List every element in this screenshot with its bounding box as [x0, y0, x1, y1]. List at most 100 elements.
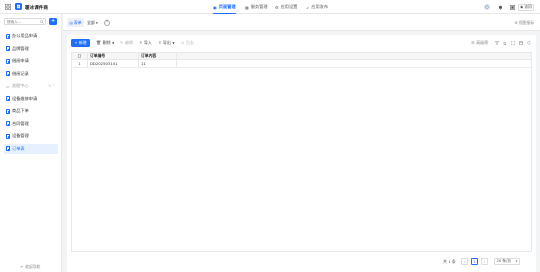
sidebar-footer[interactable]: ⇤ 收起导航	[0, 262, 61, 272]
form-icon	[6, 146, 10, 151]
help-icon[interactable]	[484, 4, 490, 10]
eye-icon: ◉	[520, 5, 524, 9]
refresh-icon[interactable]	[526, 41, 531, 46]
column-header-filler	[177, 53, 531, 59]
topnav-tab-3[interactable]: ➶ 应用发布	[306, 3, 328, 11]
send-icon: ➶	[306, 4, 310, 10]
page-size-select[interactable]: 20 条/页 ▼	[494, 257, 520, 265]
page-size-label: 20 条/页	[496, 258, 511, 263]
export-label: 导出	[162, 39, 171, 45]
trash-icon: 🗑	[96, 40, 102, 46]
row-filler	[177, 60, 531, 67]
advanced-filter-button[interactable]: ☰ 高级筛	[471, 39, 488, 47]
sidebar-item[interactable]: 设备管理	[4, 131, 58, 141]
import-icon: ⇪	[139, 40, 143, 46]
select-all-cell[interactable]	[72, 53, 88, 59]
sidebar-item-label: 办公用品申请	[12, 33, 38, 38]
delete-label: 删除	[102, 39, 111, 45]
chevron-down-icon: ▼	[112, 40, 115, 45]
column-header-order-no[interactable]: 订单编号	[88, 53, 139, 59]
form-icon	[6, 71, 10, 76]
sidebar-item[interactable]: 借阅记录	[4, 69, 58, 79]
filter-icon[interactable]	[494, 41, 499, 46]
select-all-checkbox[interactable]	[77, 54, 82, 58]
group-actions-icon[interactable]: ✎ ⌃	[48, 84, 55, 88]
sidebar-search-input[interactable]	[5, 19, 37, 25]
edit-button[interactable]: ✎ 编辑	[120, 39, 133, 47]
sidebar-item[interactable]: 商品下单	[4, 106, 58, 116]
row-index: 1	[72, 60, 88, 67]
cell-order-content[interactable]: 11	[139, 60, 177, 67]
qrcode-icon[interactable]	[509, 4, 515, 10]
bell-icon[interactable]	[497, 4, 503, 10]
topnav-tab-label: 应用发布	[311, 4, 329, 9]
tab-all-label: 全部	[87, 19, 95, 25]
view-metrics-button[interactable]: ⚙ 视图指标	[514, 19, 534, 27]
new-record-button[interactable]: + 新增	[71, 39, 90, 47]
tab-form[interactable]: ▤ 表单	[67, 18, 85, 27]
chevron-down-icon: ▼	[172, 40, 175, 45]
fullscreen-icon[interactable]	[510, 41, 515, 46]
sidebar-search-field[interactable]	[4, 18, 46, 25]
tab-all[interactable]: 全部 ▼	[87, 18, 98, 27]
collapse-icon: ⇤	[20, 265, 24, 269]
sidebar-group[interactable]: ▭ 流程中心 ✎ ⌃	[4, 81, 58, 91]
topnav-tab-2[interactable]: ⚙ 应用设置	[275, 3, 297, 11]
topnav-tab-0[interactable]: ▣ 页面管理	[213, 3, 236, 14]
filter-list-icon: ☰	[471, 40, 475, 46]
topnav-tab-label: 服务管理	[250, 4, 268, 9]
form-icon	[6, 46, 10, 51]
edit-icon: ✎	[120, 40, 124, 46]
form-icon	[6, 58, 10, 64]
folder-icon: ▭	[6, 83, 10, 89]
sidebar-item[interactable]: 办公用品申请	[4, 31, 58, 41]
import-button[interactable]: ⇪ 导入	[139, 39, 152, 47]
form-tab-icon: ▤	[69, 20, 73, 25]
access-button[interactable]: ◉ 访问	[518, 3, 534, 11]
form-icon	[6, 33, 10, 39]
add-page-button[interactable]: +	[49, 18, 57, 25]
search-icon[interactable]	[39, 20, 44, 24]
current-page-button[interactable]: 1	[471, 257, 478, 265]
app-title: 暖冰课件商	[25, 5, 48, 11]
sidebar-item-label: 借阅申请	[12, 58, 29, 63]
form-icon	[6, 96, 10, 101]
collapse-nav-label: 收起导航	[25, 264, 41, 269]
add-view-icon[interactable]: +	[104, 19, 110, 26]
cell-order-no[interactable]: DD202503101	[88, 60, 139, 67]
form-icon	[6, 108, 10, 114]
table-row[interactable]: 1 DD202503101 11	[72, 60, 531, 68]
chevron-down-icon: ▼	[515, 259, 518, 263]
log-label: 日志	[185, 39, 194, 45]
menu-icon[interactable]	[5, 4, 11, 10]
topnav-tab-label: 应用设置	[280, 4, 298, 9]
data-table: 订单编号 订单内容 1 DD202503101 11	[71, 52, 532, 252]
sidebar: + 办公用品申请品牌管理借阅申请借阅记录 ▭流程中心 ✎ ⌃ 设备维修申请商品下单合同…	[0, 14, 62, 272]
view-tabs-bar: ▤ 表单 全部 ▼ + ⚙ 视图指标	[63, 14, 540, 31]
log-button[interactable]: ⊙ 日志	[181, 39, 194, 47]
prev-page-button[interactable]: ‹	[461, 257, 468, 265]
sidebar-item[interactable]: 借阅申请	[4, 56, 58, 66]
form-icon	[6, 121, 10, 126]
table-header-row: 订单编号 订单内容	[72, 53, 531, 60]
sidebar-item[interactable]: 设备维修申请	[4, 94, 58, 104]
sidebar-item-label: 商品下单	[12, 108, 29, 113]
sidebar-item-label: 订单表	[12, 145, 25, 151]
grid-icon: ▦	[245, 4, 249, 10]
export-button[interactable]: ⇧ 导出 ▼	[158, 39, 175, 47]
column-settings-icon[interactable]	[518, 41, 523, 46]
content-panel: + 新增 🗑 删除 ▼ ✎ 编辑 ⇪ 导入 ⇧ 导出 ▼ ⊙ 日志 ☰ 高级筛 ⇅	[67, 35, 536, 272]
next-page-button[interactable]: ›	[481, 257, 488, 265]
sidebar-item[interactable]: 合同管理	[4, 119, 58, 129]
sort-icon[interactable]: ⇅	[502, 41, 507, 46]
delete-button[interactable]: 🗑 删除 ▼	[96, 39, 114, 47]
log-icon: ⊙	[181, 40, 185, 46]
sidebar-item-label: 借阅记录	[12, 70, 29, 76]
edit-label: 编辑	[124, 39, 133, 45]
settings-icon: ⚙	[514, 20, 518, 25]
sidebar-item[interactable]: 品牌管理	[4, 44, 58, 54]
top-bar: 暖冰课件商 ▣ 页面管理 ▦ 服务管理 ⚙ 应用设置 ➶ 应用发布 ◉ 访问	[0, 0, 540, 14]
column-header-order-content[interactable]: 订单内容	[139, 53, 177, 59]
sidebar-item[interactable]: 订单表	[4, 143, 58, 154]
topnav-tab-1[interactable]: ▦ 服务管理	[245, 3, 268, 11]
